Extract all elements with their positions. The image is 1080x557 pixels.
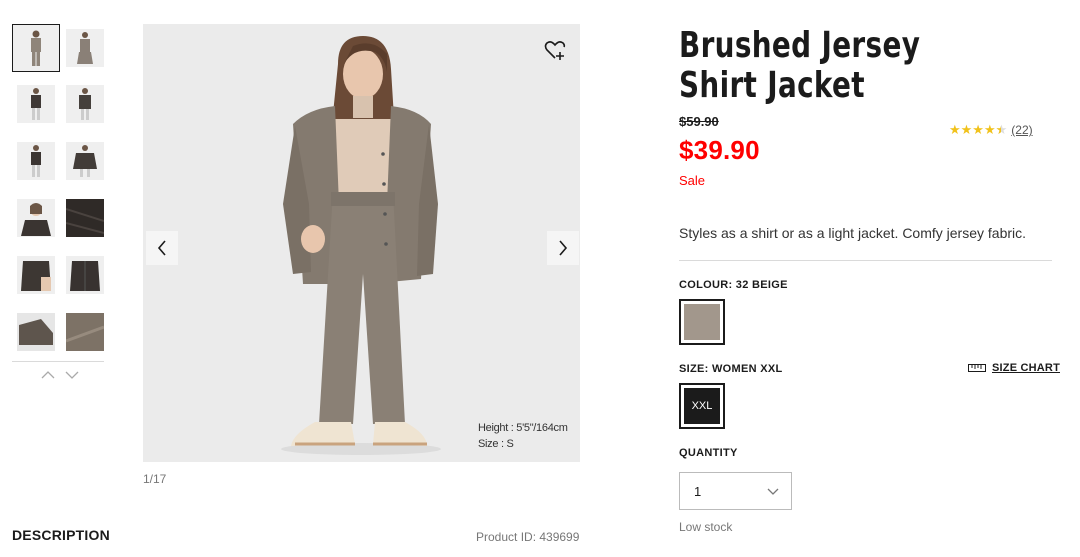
rating[interactable]: ★★★★★★ (22) [949,122,1033,138]
chevron-down-icon [767,488,779,495]
thumbnail-down-icon[interactable] [65,366,79,382]
review-count-link[interactable]: (22) [1011,123,1032,137]
thumbnail-8[interactable] [66,199,104,237]
sale-price: $39.90 [679,135,760,165]
product-title: Brushed Jersey Shirt Jacket [679,25,921,106]
size-chart-link[interactable]: SIZE CHART [968,362,1060,374]
thumbnail-11[interactable] [17,313,55,351]
next-image-button[interactable] [547,231,579,265]
size-chart-label: SIZE CHART [992,362,1060,374]
previous-image-button[interactable] [146,231,178,265]
thumbnail-6[interactable] [66,142,104,180]
thumbnail-divider [12,361,104,362]
quantity-label: QUANTITY [679,447,738,459]
size-option-label: XXL [684,388,720,424]
product-id: Product ID: 439699 [476,530,580,544]
stock-status: Low stock [679,520,733,534]
thumbnail-up-icon[interactable] [41,366,55,382]
model-height: Height : 5'5"/164cm [478,422,568,434]
sale-label: Sale [679,173,706,188]
thumbnail-5[interactable] [17,142,55,180]
thumbnail-9[interactable] [17,256,55,294]
quantity-select[interactable]: 1 [679,472,792,510]
ruler-icon [968,364,986,372]
thumbnail-7[interactable] [17,199,55,237]
original-price: $59.90 [679,114,719,129]
model-illustration [281,36,441,455]
thumbnail-12[interactable] [66,313,104,351]
colour-label: COLOUR: 32 BEIGE [679,279,788,291]
model-info: Height : 5'5"/164cm Size : S [478,420,568,452]
description-heading[interactable]: DESCRIPTION [12,527,110,543]
thumbnail-4[interactable] [66,85,104,123]
add-to-wishlist-heart-icon[interactable] [543,38,567,62]
chevron-right-icon [559,240,568,256]
thumbnail-10[interactable] [66,256,104,294]
quantity-value: 1 [694,483,702,499]
product-tagline: Styles as a shirt or as a light jacket. … [679,225,1027,241]
size-option-xxl[interactable]: XXL [679,383,725,429]
colour-swatch-fill [684,304,720,340]
thumbnail-1[interactable] [12,24,60,72]
thumbnail-2[interactable] [66,29,104,67]
image-counter: 1/17 [143,472,167,486]
colour-swatch-beige[interactable] [679,299,725,345]
thumbnail-3[interactable] [17,85,55,123]
star-rating-icon: ★★★★★★ [949,122,1008,137]
model-size: Size : S [478,438,514,450]
divider [679,260,1052,261]
chevron-left-icon [157,240,166,256]
size-label: SIZE: WOMEN XXL [679,363,783,375]
main-product-image[interactable]: Height : 5'5"/164cm Size : S [143,24,580,462]
